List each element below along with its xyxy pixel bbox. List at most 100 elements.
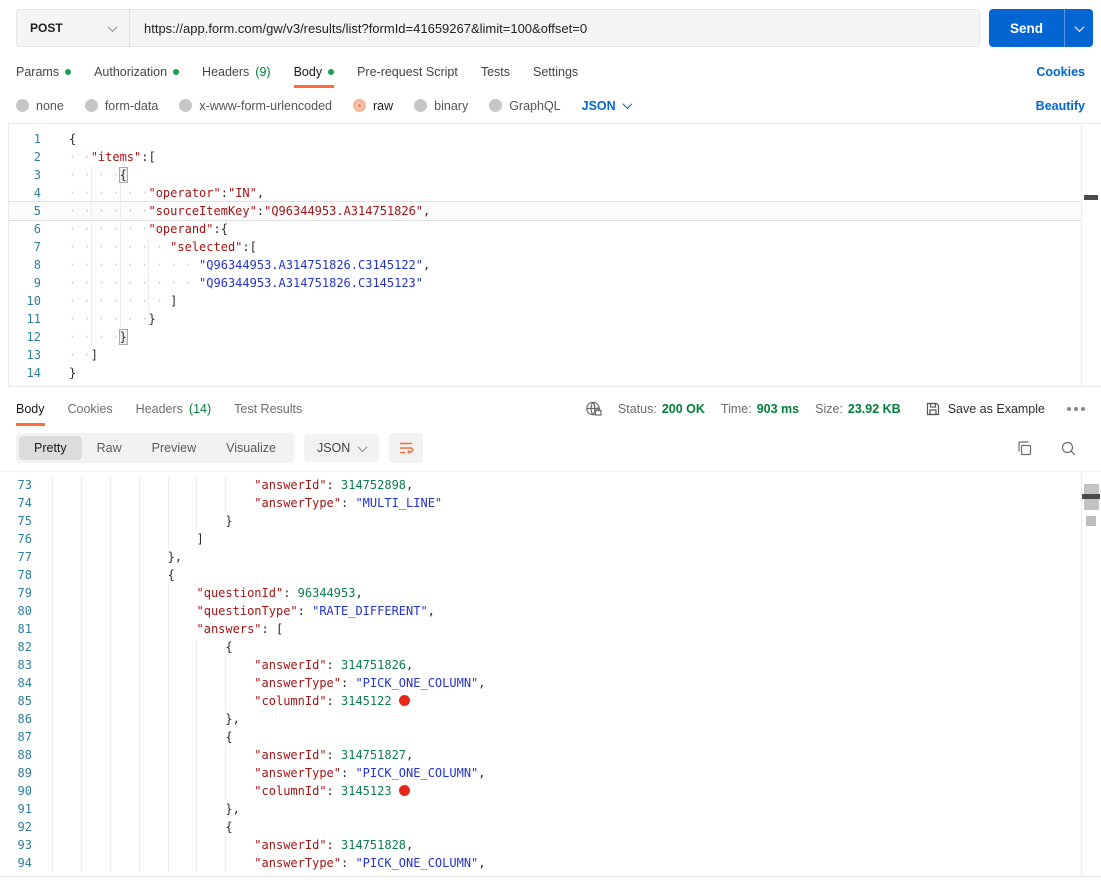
save-as-example-label: Save as Example	[947, 401, 1045, 416]
tab-params[interactable]: Params	[16, 55, 72, 88]
tab-headers[interactable]: Headers (9)	[202, 55, 271, 88]
copy-icon[interactable]	[1016, 440, 1033, 457]
indent-guide	[52, 566, 53, 584]
indent-guide	[138, 584, 140, 602]
indent-guide	[80, 746, 82, 764]
status-group: Status: 200 OK	[618, 402, 705, 416]
radio-label: raw	[373, 98, 394, 113]
indent-guide	[52, 584, 53, 602]
tab-authorization[interactable]: Authorization	[94, 55, 180, 88]
body-type-x-www-form-urlencoded[interactable]: x-www-form-urlencoded	[179, 99, 332, 113]
body-type-raw[interactable]: raw	[353, 99, 393, 113]
indent-guide	[138, 854, 140, 872]
line-number: 73	[17, 478, 32, 492]
more-options-button[interactable]	[1067, 406, 1085, 411]
radio-icon	[179, 99, 193, 112]
indent-guide	[52, 728, 53, 746]
tab-label: Headers	[202, 64, 250, 79]
body-type-binary[interactable]: binary	[414, 99, 468, 113]
code-line: 5 · · · · · ·"sourceItemKey":"Q96344953.A…	[9, 202, 1101, 220]
tab-headers[interactable]: Headers (14)	[136, 391, 211, 426]
save-as-example-button[interactable]: Save as Example	[925, 401, 1045, 417]
tab-cookies[interactable]: Cookies	[68, 391, 113, 426]
indent-guide	[109, 476, 111, 494]
response-scrollbar[interactable]	[1081, 472, 1101, 876]
indent-guide	[109, 620, 111, 638]
request-body-editor[interactable]: 1{2 · ·"items":[3 · · · ·{4 · · · · · ·"ope…	[8, 123, 1101, 387]
body-type-form-data[interactable]: form-data	[84, 99, 158, 113]
indent-guide	[109, 782, 111, 800]
indent-guide	[109, 584, 111, 602]
tab-tests[interactable]: Tests	[481, 55, 510, 88]
radio-icon	[489, 99, 503, 112]
indent-guide	[80, 512, 82, 530]
tab-body[interactable]: Body	[16, 391, 45, 426]
indent-guide	[52, 620, 53, 638]
chevron-down-icon	[1074, 21, 1084, 32]
line-number: 93	[17, 838, 32, 852]
line-number: 83	[17, 658, 32, 672]
code-line: 4 · · · · · ·"operator":"IN",	[9, 184, 1101, 202]
code-line: 2 · ·"items":[	[9, 148, 1101, 166]
indent-guide	[196, 854, 198, 872]
tab-label: Settings	[533, 64, 579, 79]
wrap-lines-button[interactable]	[389, 433, 424, 463]
wrap-lines-icon	[400, 442, 414, 454]
line-number: 92	[17, 820, 32, 834]
indent-guide	[138, 818, 140, 836]
code-line: 90 "columnId": 3145123	[0, 782, 1101, 800]
radio-icon	[16, 99, 29, 112]
tab-label: Body	[293, 64, 323, 79]
indent-guide	[52, 818, 53, 836]
indent-guide	[148, 292, 150, 310]
indent-guide	[80, 800, 82, 818]
response-body-viewer[interactable]: 73 "answerId": 314752898, 74 "answerType"…	[0, 471, 1101, 877]
view-pretty[interactable]: Pretty	[19, 436, 82, 460]
view-raw[interactable]: Raw	[82, 436, 137, 460]
code-line: 1{	[9, 130, 1101, 148]
request-editor-scrollbar[interactable]	[1081, 124, 1101, 386]
indent-guide	[196, 728, 198, 746]
view-mode-segment: Pretty Raw Preview Visualize	[16, 433, 294, 463]
size-value: 23.92 KB	[847, 401, 901, 416]
indent-guide	[225, 656, 227, 674]
body-type-graphql[interactable]: GraphQL	[489, 99, 561, 113]
code-line: 94 "answerType": "PICK_ONE_COLUMN",	[0, 854, 1101, 872]
indent-guide	[90, 184, 92, 202]
indent-guide	[167, 530, 169, 548]
indent-guide	[80, 476, 82, 494]
line-number: 8	[33, 258, 41, 272]
radio-icon	[414, 99, 428, 112]
view-visualize[interactable]: Visualize	[211, 436, 291, 460]
response-language-select[interactable]: JSON	[303, 434, 380, 462]
url-input[interactable]: https://app.form.com/gw/v3/results/list?…	[130, 21, 979, 36]
indent-guide	[138, 620, 140, 638]
indent-guide	[138, 764, 140, 782]
indent-guide	[167, 782, 169, 800]
indent-guide	[196, 674, 198, 692]
send-options-button[interactable]	[1064, 9, 1093, 47]
search-icon[interactable]	[1060, 440, 1077, 457]
code-line: 76 ]	[0, 530, 1101, 548]
tab-pre-request-script[interactable]: Pre-request Script	[357, 55, 458, 88]
tab-settings[interactable]: Settings	[533, 55, 578, 88]
indent-guide	[109, 764, 111, 782]
indent-guide	[80, 764, 82, 782]
send-button[interactable]: Send	[989, 9, 1064, 47]
status-value: 200 OK	[661, 401, 705, 416]
tab-test-results[interactable]: Test Results	[234, 391, 302, 426]
request-language-select[interactable]: JSON	[582, 99, 633, 113]
tab-body[interactable]: Body	[294, 55, 335, 88]
view-preview[interactable]: Preview	[137, 436, 211, 460]
line-number: 86	[17, 712, 32, 726]
method-select[interactable]: POST	[17, 10, 130, 46]
indent-guide	[90, 256, 92, 274]
beautify-link[interactable]: Beautify	[1036, 99, 1085, 113]
indent-guide	[138, 710, 140, 728]
cookies-link[interactable]: Cookies	[1036, 55, 1085, 88]
indent-guide	[138, 782, 140, 800]
indent-guide	[167, 818, 169, 836]
indent-guide	[196, 656, 198, 674]
code-line: 8 · · · · · · · · · "Q96344953.A314751826…	[9, 256, 1101, 274]
body-type-none[interactable]: none	[16, 99, 64, 113]
